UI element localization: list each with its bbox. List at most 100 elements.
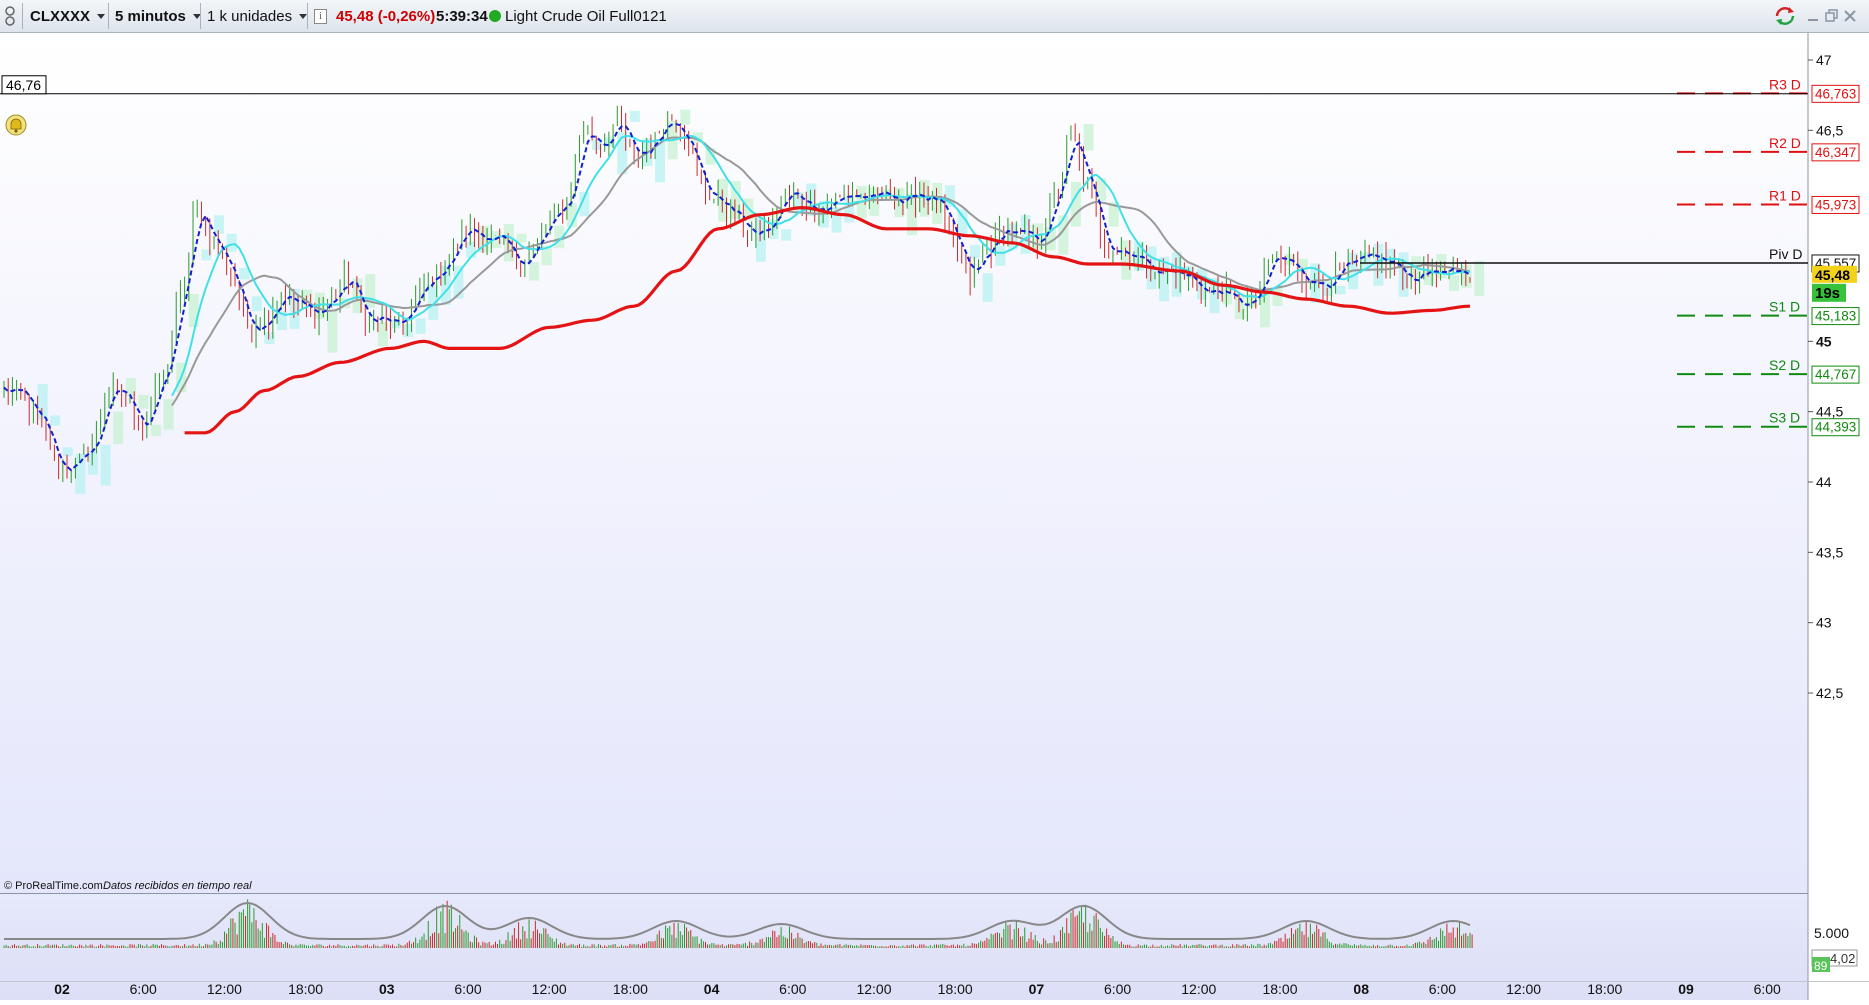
status-dot-icon [489, 0, 501, 32]
cloud-segment [995, 245, 1006, 266]
cloud-segment [251, 296, 262, 312]
time-axis-label: 03 [379, 981, 395, 997]
time-axis-label: 12:00 [1506, 981, 1541, 997]
cloud-segment [957, 209, 968, 236]
cloud-segment [1474, 260, 1485, 297]
time-axis-label: 07 [1029, 981, 1045, 997]
cloud-segment [1448, 275, 1459, 291]
price-tick-label: 47 [1816, 52, 1832, 68]
time-axis-label: 18:00 [1587, 981, 1622, 997]
pivot-label: R2 D [1769, 135, 1801, 151]
restore-icon[interactable] [1824, 0, 1838, 32]
price-tick-label: 45 [1816, 333, 1832, 349]
pivot-value: 45,183 [1815, 309, 1856, 324]
sync-icon[interactable] [1772, 0, 1798, 32]
chevron-down-icon [97, 13, 106, 19]
cloud-segment [1083, 123, 1094, 151]
time-axis-label: 12:00 [207, 981, 242, 997]
cloud-segment [113, 411, 124, 445]
instrument-name: Light Crude Oil Full0121 [505, 7, 667, 25]
price-tick-label: 43,5 [1816, 544, 1843, 560]
time-axis-label: 04 [704, 981, 720, 997]
chart-toolbar: CLXXXX 5 minutos 1 k unidades i 45,48 (-… [0, 0, 1869, 33]
time-axis-label: 18:00 [288, 981, 323, 997]
cloud-segment [1335, 286, 1346, 295]
pivot-label: S3 D [1769, 410, 1800, 426]
time-axis-label: 6:00 [1104, 981, 1131, 997]
price-change: 45,48 (-0,26%) [336, 7, 436, 25]
price-tick-label: 44,5 [1816, 404, 1843, 420]
cloud-segment [188, 293, 199, 328]
timeframe-label: 5 minutos [115, 7, 186, 25]
close-icon[interactable] [1843, 0, 1857, 32]
cloud-segment [226, 233, 237, 252]
cloud-segment [629, 110, 640, 122]
units-selector[interactable]: 1 k unidades [207, 0, 308, 32]
data-status-label: Datos recibidos en tiempo real [103, 880, 252, 892]
pivot-label: R3 D [1769, 76, 1801, 92]
time-axis-label: 18:00 [938, 981, 973, 997]
time-axis-label: 12:00 [532, 981, 567, 997]
price-panel-background [0, 33, 1808, 893]
cloud-segment [1070, 181, 1081, 227]
timeframe-selector[interactable]: 5 minutos [115, 0, 201, 32]
volume-axis-label: 5.000 [1814, 925, 1849, 941]
cloud-segment [75, 453, 86, 494]
chevron-down-icon [299, 13, 308, 19]
cloud-segment [88, 450, 99, 475]
cloud-segment [151, 424, 162, 436]
cloud-segment [100, 444, 111, 486]
current-price-label: 45,48 [1815, 267, 1850, 283]
info-icon[interactable]: i [314, 0, 327, 32]
cloud-segment [327, 309, 338, 353]
time-axis-label: 6:00 [454, 981, 481, 997]
time-axis-label: 08 [1353, 981, 1369, 997]
time-axis-label: 12:00 [1181, 981, 1216, 997]
time-axis-label: 6:00 [1429, 981, 1456, 997]
time-axis-label: 6:00 [779, 981, 806, 997]
pivot-value: 44,393 [1815, 420, 1856, 435]
cursor-price-label: 46,76 [6, 77, 41, 93]
pivot-value: 45,973 [1815, 197, 1856, 212]
chain-link-icon[interactable] [3, 0, 19, 32]
cloud-segment [62, 447, 73, 457]
clock-time: 5:39:34 [436, 7, 488, 25]
pivot-label: S1 D [1769, 299, 1800, 315]
cloud-segment [680, 109, 691, 125]
cloud-segment [1461, 265, 1472, 289]
volume-current-label: 4,02 [1830, 951, 1855, 966]
time-axis-label: 12:00 [856, 981, 891, 997]
price-tick-label: 42,5 [1816, 685, 1843, 701]
time-axis-label: 09 [1678, 981, 1694, 997]
cloud-segment [138, 394, 149, 409]
pivot-label: Piv D [1769, 246, 1802, 262]
time-axis-label: 18:00 [1262, 981, 1297, 997]
cloud-segment [415, 318, 426, 334]
pivot-label: R1 D [1769, 187, 1801, 203]
copyright-label: © ProRealTime.com [4, 880, 103, 892]
cloud-segment [239, 267, 250, 280]
cloud-segment [529, 262, 540, 281]
units-label: 1 k unidades [207, 7, 293, 25]
symbol-selector[interactable]: CLXXXX [30, 0, 106, 32]
price-chart[interactable]: R3 D 46,763 R2 D 46,347 R1 D 45,973 Piv D 45,55… [0, 33, 1869, 1000]
pivot-value: 46,763 [1815, 86, 1856, 101]
cloud-segment [516, 233, 527, 243]
time-axis-label: 6:00 [1754, 981, 1781, 997]
minimize-icon[interactable] [1806, 0, 1820, 32]
time-axis-label: 18:00 [613, 981, 648, 997]
volume-badge-label: 89 [1814, 959, 1828, 973]
pivot-value: 44,767 [1815, 367, 1856, 382]
symbol-label: CLXXXX [30, 7, 91, 25]
price-tick-label: 46,5 [1816, 122, 1843, 138]
alert-bell-icon[interactable] [5, 114, 27, 136]
time-axis-label: 02 [54, 981, 70, 997]
chart-canvas[interactable]: R3 D46,763R2 D46,347R1 D45,973Piv D45,55… [0, 33, 1869, 1000]
cloud-segment [214, 215, 225, 234]
price-tick-label: 43 [1816, 615, 1832, 631]
pivot-label: S2 D [1769, 357, 1800, 373]
time-axis-label: 6:00 [130, 981, 157, 997]
cloud-segment [1272, 287, 1283, 306]
cloud-segment [50, 415, 61, 426]
countdown-label: 19s [1815, 285, 1840, 302]
